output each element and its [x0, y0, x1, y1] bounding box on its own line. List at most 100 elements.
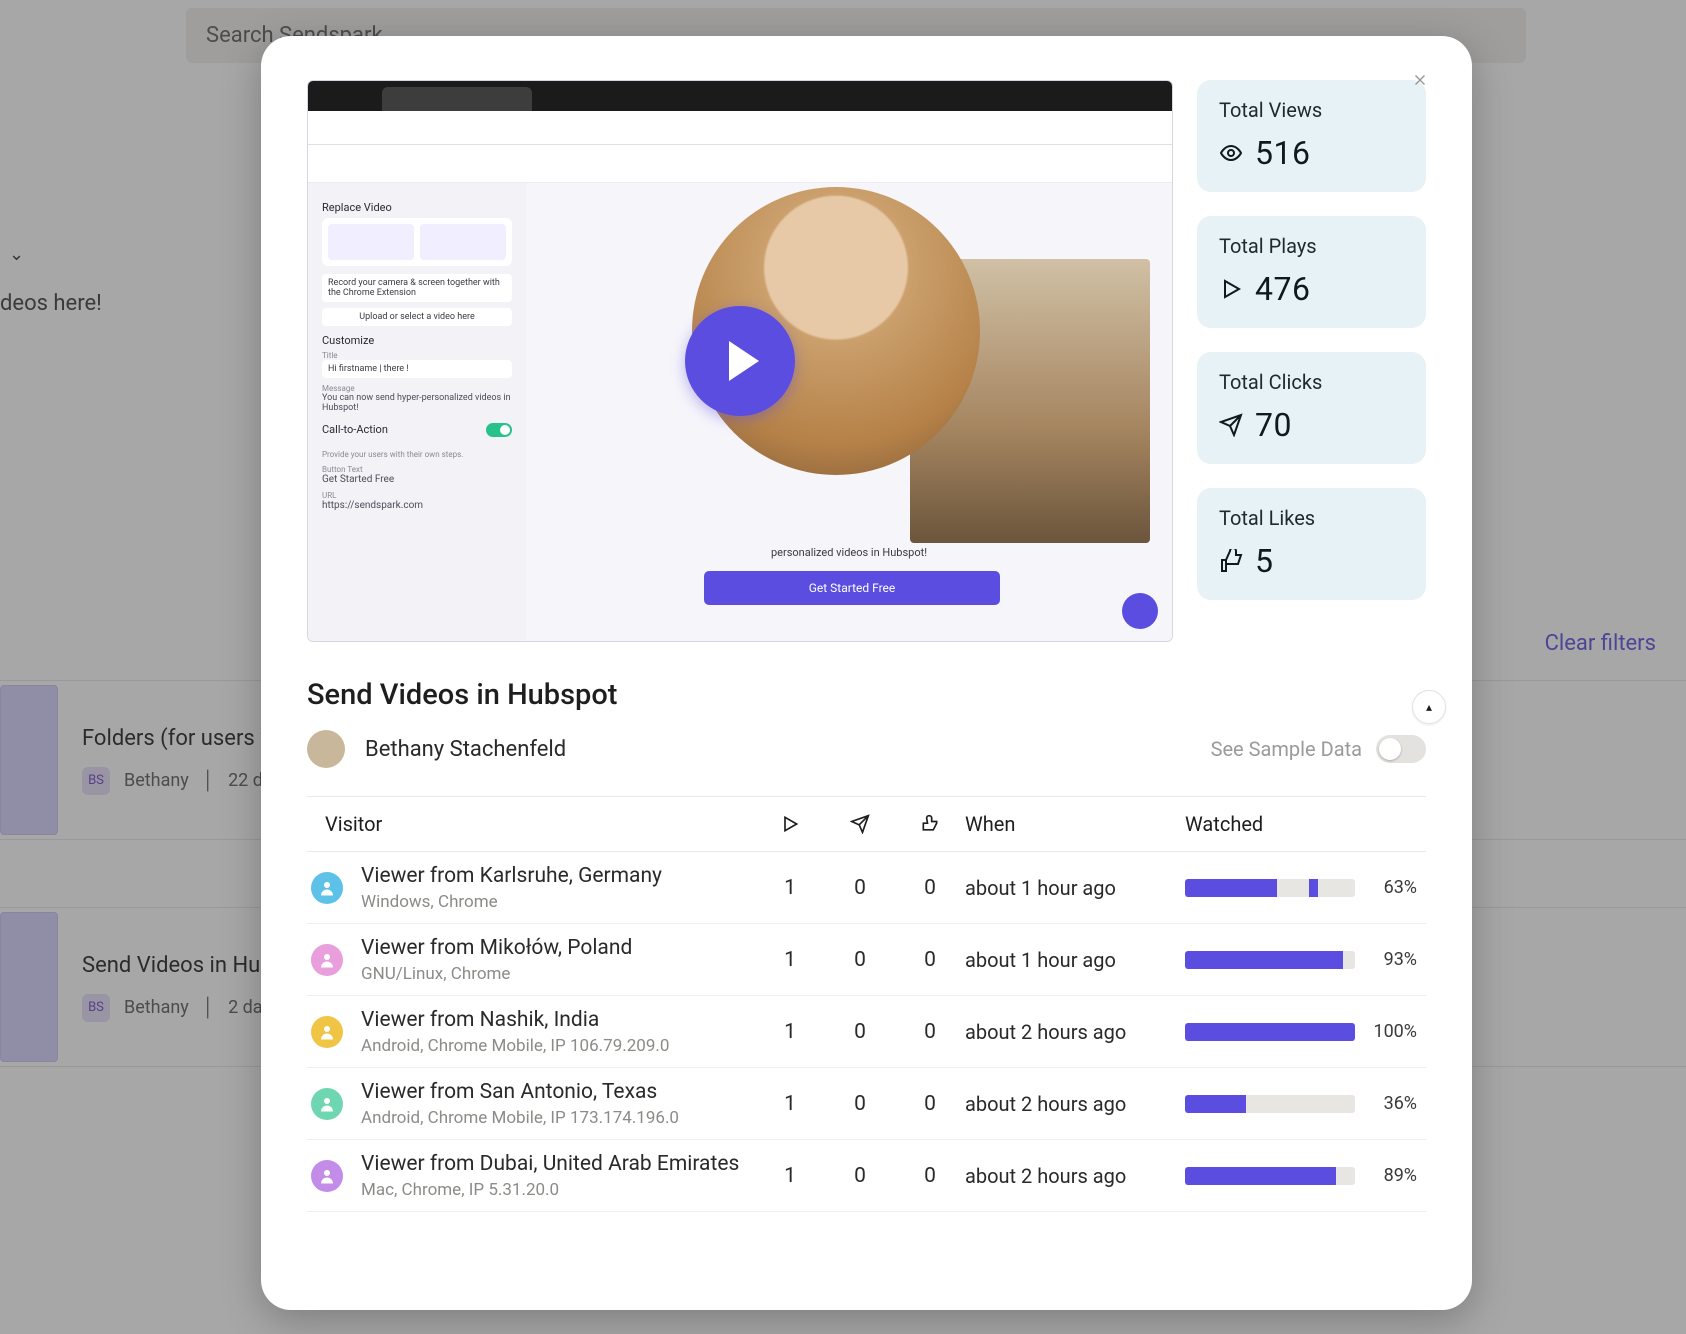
visitor-name: Viewer from Karlsruhe, Germany — [361, 863, 662, 889]
watched-bar — [1185, 1023, 1355, 1041]
close-icon — [1411, 71, 1429, 89]
cell-likes: 0 — [895, 1020, 965, 1044]
visitor-name: Viewer from Nashik, India — [361, 1007, 669, 1033]
cell-clicks: 0 — [825, 1092, 895, 1116]
person-icon — [318, 1167, 336, 1185]
table-row[interactable]: Viewer from Dubai, United Arab Emirates M… — [307, 1140, 1426, 1212]
cell-when: about 2 hours ago — [965, 1164, 1185, 1188]
send-icon — [1219, 413, 1243, 437]
stat-value: 476 — [1255, 270, 1310, 308]
cell-plays: 1 — [755, 1020, 825, 1044]
cell-likes: 0 — [895, 1164, 965, 1188]
visitor-avatar — [311, 1016, 343, 1048]
stat-card-play: Total Plays 476 — [1197, 216, 1426, 328]
col-likes-icon — [895, 814, 965, 834]
customize-label: Customize — [322, 334, 512, 347]
sample-data-toggle[interactable] — [1376, 735, 1426, 763]
visitor-name: Viewer from Dubai, United Arab Emirates — [361, 1151, 739, 1177]
author-name: Bethany Stachenfeld — [365, 737, 566, 762]
watched-percent: 63% — [1361, 877, 1421, 898]
visitor-avatar — [311, 872, 343, 904]
cell-clicks: 0 — [825, 876, 895, 900]
stat-label: Total Plays — [1219, 234, 1404, 258]
browser-address-bar — [308, 111, 1172, 145]
table-row[interactable]: Viewer from Karlsruhe, Germany Windows, C… — [307, 852, 1426, 924]
col-watched: Watched — [1185, 812, 1361, 836]
cell-likes: 0 — [895, 1092, 965, 1116]
cell-plays: 1 — [755, 1164, 825, 1188]
cell-clicks: 0 — [825, 1020, 895, 1044]
visitor-avatar — [311, 1088, 343, 1120]
editor-canvas: sendspark ne | there}}! personalized vid… — [526, 183, 1172, 641]
cell-plays: 1 — [755, 1092, 825, 1116]
watched-bar — [1185, 951, 1355, 969]
visitor-meta: Android, Chrome Mobile, IP 173.174.196.0 — [361, 1108, 679, 1128]
col-plays-icon — [755, 814, 825, 834]
cell-clicks: 0 — [825, 948, 895, 972]
table-row[interactable]: Viewer from Nashik, India Android, Chrome… — [307, 996, 1426, 1068]
cta-section-label: Call-to-Action — [322, 423, 388, 436]
person-icon — [318, 951, 336, 969]
replace-video-label: Replace Video — [322, 201, 512, 214]
visitor-avatar — [311, 944, 343, 976]
stat-value: 5 — [1255, 542, 1273, 580]
video-title: Send Videos in Hubspot — [307, 678, 1426, 712]
author-avatar — [307, 730, 345, 768]
video-preview: Replace Video Record your camera & scree… — [307, 80, 1173, 642]
watched-percent: 100% — [1361, 1021, 1421, 1042]
app-toolbar — [308, 145, 1172, 183]
stat-label: Total Clicks — [1219, 370, 1404, 394]
col-clicks-icon — [825, 814, 895, 834]
visitor-meta: Windows, Chrome — [361, 892, 662, 912]
table-row[interactable]: Viewer from San Antonio, TexasAndroid, C… — [307, 1068, 1426, 1140]
watched-bar — [1185, 879, 1355, 897]
watched-bar — [1185, 1095, 1355, 1113]
play-icon — [1219, 277, 1243, 301]
cell-likes: 0 — [895, 948, 965, 972]
sample-data-label: See Sample Data — [1211, 737, 1362, 761]
cell-likes: 0 — [895, 876, 965, 900]
person-icon — [318, 1023, 336, 1041]
editor-sidebar: Replace Video Record your camera & scree… — [308, 183, 526, 641]
cell-plays: 1 — [755, 876, 825, 900]
watched-percent: 89% — [1361, 1165, 1421, 1186]
play-button[interactable] — [685, 306, 795, 416]
cta-caption: personalized videos in Hubspot! — [526, 546, 1172, 559]
send-icon — [850, 814, 870, 834]
watched-percent: 93% — [1361, 949, 1421, 970]
stat-card-thumb: Total Likes5 — [1197, 488, 1426, 600]
visitor-table: Visitor When Watched Viewer from Karlsru… — [307, 796, 1426, 1212]
browser-tabs — [308, 81, 1172, 111]
collapse-button[interactable]: ▴ — [1412, 690, 1446, 724]
chat-bubble-icon — [1122, 593, 1158, 629]
watched-bar — [1185, 1167, 1355, 1185]
cell-when: about 2 hours ago — [965, 1092, 1185, 1116]
visitor-avatar — [311, 1160, 343, 1192]
stat-card-eye: Total Views 516 — [1197, 80, 1426, 192]
cell-when: about 1 hour ago — [965, 948, 1185, 972]
play-icon — [780, 814, 800, 834]
eye-icon — [1219, 141, 1243, 165]
visitor-name: Viewer from Mikołów, Poland — [361, 935, 632, 961]
visitor-meta: Mac, Chrome, IP 5.31.20.0 — [361, 1180, 739, 1200]
person-icon — [318, 1095, 336, 1113]
cell-plays: 1 — [755, 948, 825, 972]
thumb-icon — [920, 814, 940, 834]
stat-value: 516 — [1255, 134, 1310, 172]
table-row[interactable]: Viewer from Mikołów, Poland GNU/Linux, Ch… — [307, 924, 1426, 996]
person-icon — [318, 879, 336, 897]
col-visitor: Visitor — [307, 812, 755, 836]
stat-value: 70 — [1255, 406, 1292, 444]
cell-when: about 2 hours ago — [965, 1020, 1185, 1044]
cell-when: about 1 hour ago — [965, 876, 1185, 900]
stat-card-send: Total Clicks 70 — [1197, 352, 1426, 464]
cta-toggle — [486, 423, 512, 437]
watched-percent: 36% — [1361, 1093, 1421, 1114]
analytics-modal: Replace Video Record your camera & scree… — [261, 36, 1472, 1310]
close-button[interactable] — [1404, 64, 1436, 96]
stat-label: Total Views — [1219, 98, 1404, 122]
cell-clicks: 0 — [825, 1164, 895, 1188]
visitor-meta: GNU/Linux, Chrome — [361, 964, 632, 984]
table-header: Visitor When Watched — [307, 796, 1426, 852]
visitor-meta: Android, Chrome Mobile, IP 106.79.209.0 — [361, 1036, 669, 1056]
